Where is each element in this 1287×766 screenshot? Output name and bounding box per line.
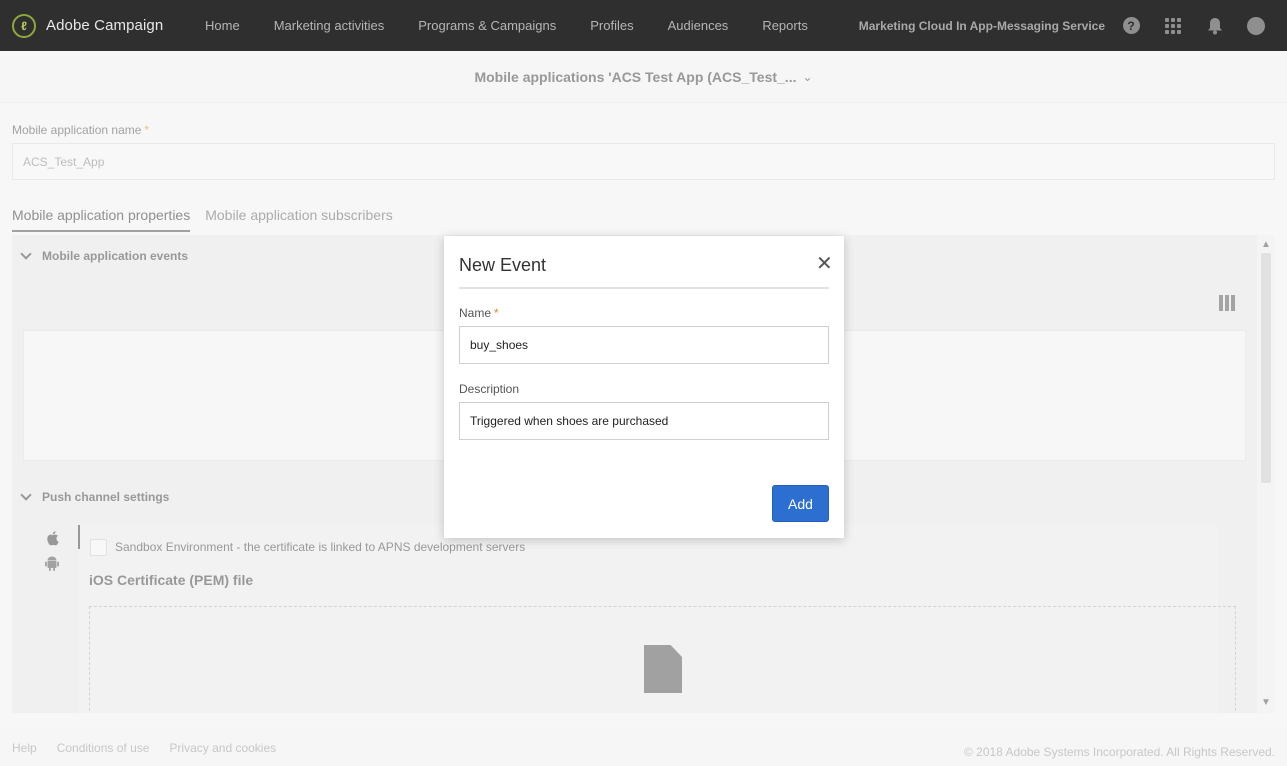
nav-programs-campaigns[interactable]: Programs & Campaigns <box>418 18 556 33</box>
new-event-dialog: New Event ✕ Name * buy_shoes Description … <box>444 236 844 538</box>
bell-icon <box>1208 17 1222 34</box>
brand[interactable]: ℓ Adobe Campaign <box>12 13 192 38</box>
dialog-title: New Event <box>459 255 547 275</box>
topbar-right: Marketing Cloud In App-Messaging Service… <box>859 0 1287 51</box>
nav-reports[interactable]: Reports <box>762 18 808 33</box>
event-name-label-text: Name <box>459 306 492 320</box>
add-button[interactable]: Add <box>772 485 829 522</box>
top-navigation-bar: ℓ Adobe Campaign Home Marketing activiti… <box>0 0 1287 51</box>
service-name[interactable]: Marketing Cloud In App-Messaging Service <box>859 19 1105 33</box>
help-button[interactable]: ? <box>1121 16 1141 36</box>
event-description-label: Description <box>459 382 520 396</box>
dialog-divider <box>459 287 829 289</box>
main-nav: Home Marketing activities Programs & Cam… <box>205 18 842 33</box>
notifications-button[interactable] <box>1205 16 1225 36</box>
avatar[interactable] <box>1247 16 1265 35</box>
nav-home[interactable]: Home <box>205 18 240 33</box>
apps-button[interactable] <box>1163 16 1183 36</box>
brand-name: Adobe Campaign <box>46 17 164 34</box>
event-description-input[interactable]: Triggered when shoes are purchased <box>459 402 829 440</box>
help-icon: ? <box>1122 17 1140 34</box>
nav-marketing-activities[interactable]: Marketing activities <box>274 18 385 33</box>
apps-grid-icon <box>1165 17 1181 34</box>
required-mark: * <box>494 306 499 320</box>
event-name-input[interactable]: buy_shoes <box>459 326 829 364</box>
nav-audiences[interactable]: Audiences <box>668 18 729 33</box>
event-name-label: Name * <box>459 306 499 320</box>
nav-profiles[interactable]: Profiles <box>590 18 633 33</box>
adobe-campaign-logo-icon: ℓ <box>12 13 36 38</box>
close-icon[interactable]: ✕ <box>816 254 833 274</box>
